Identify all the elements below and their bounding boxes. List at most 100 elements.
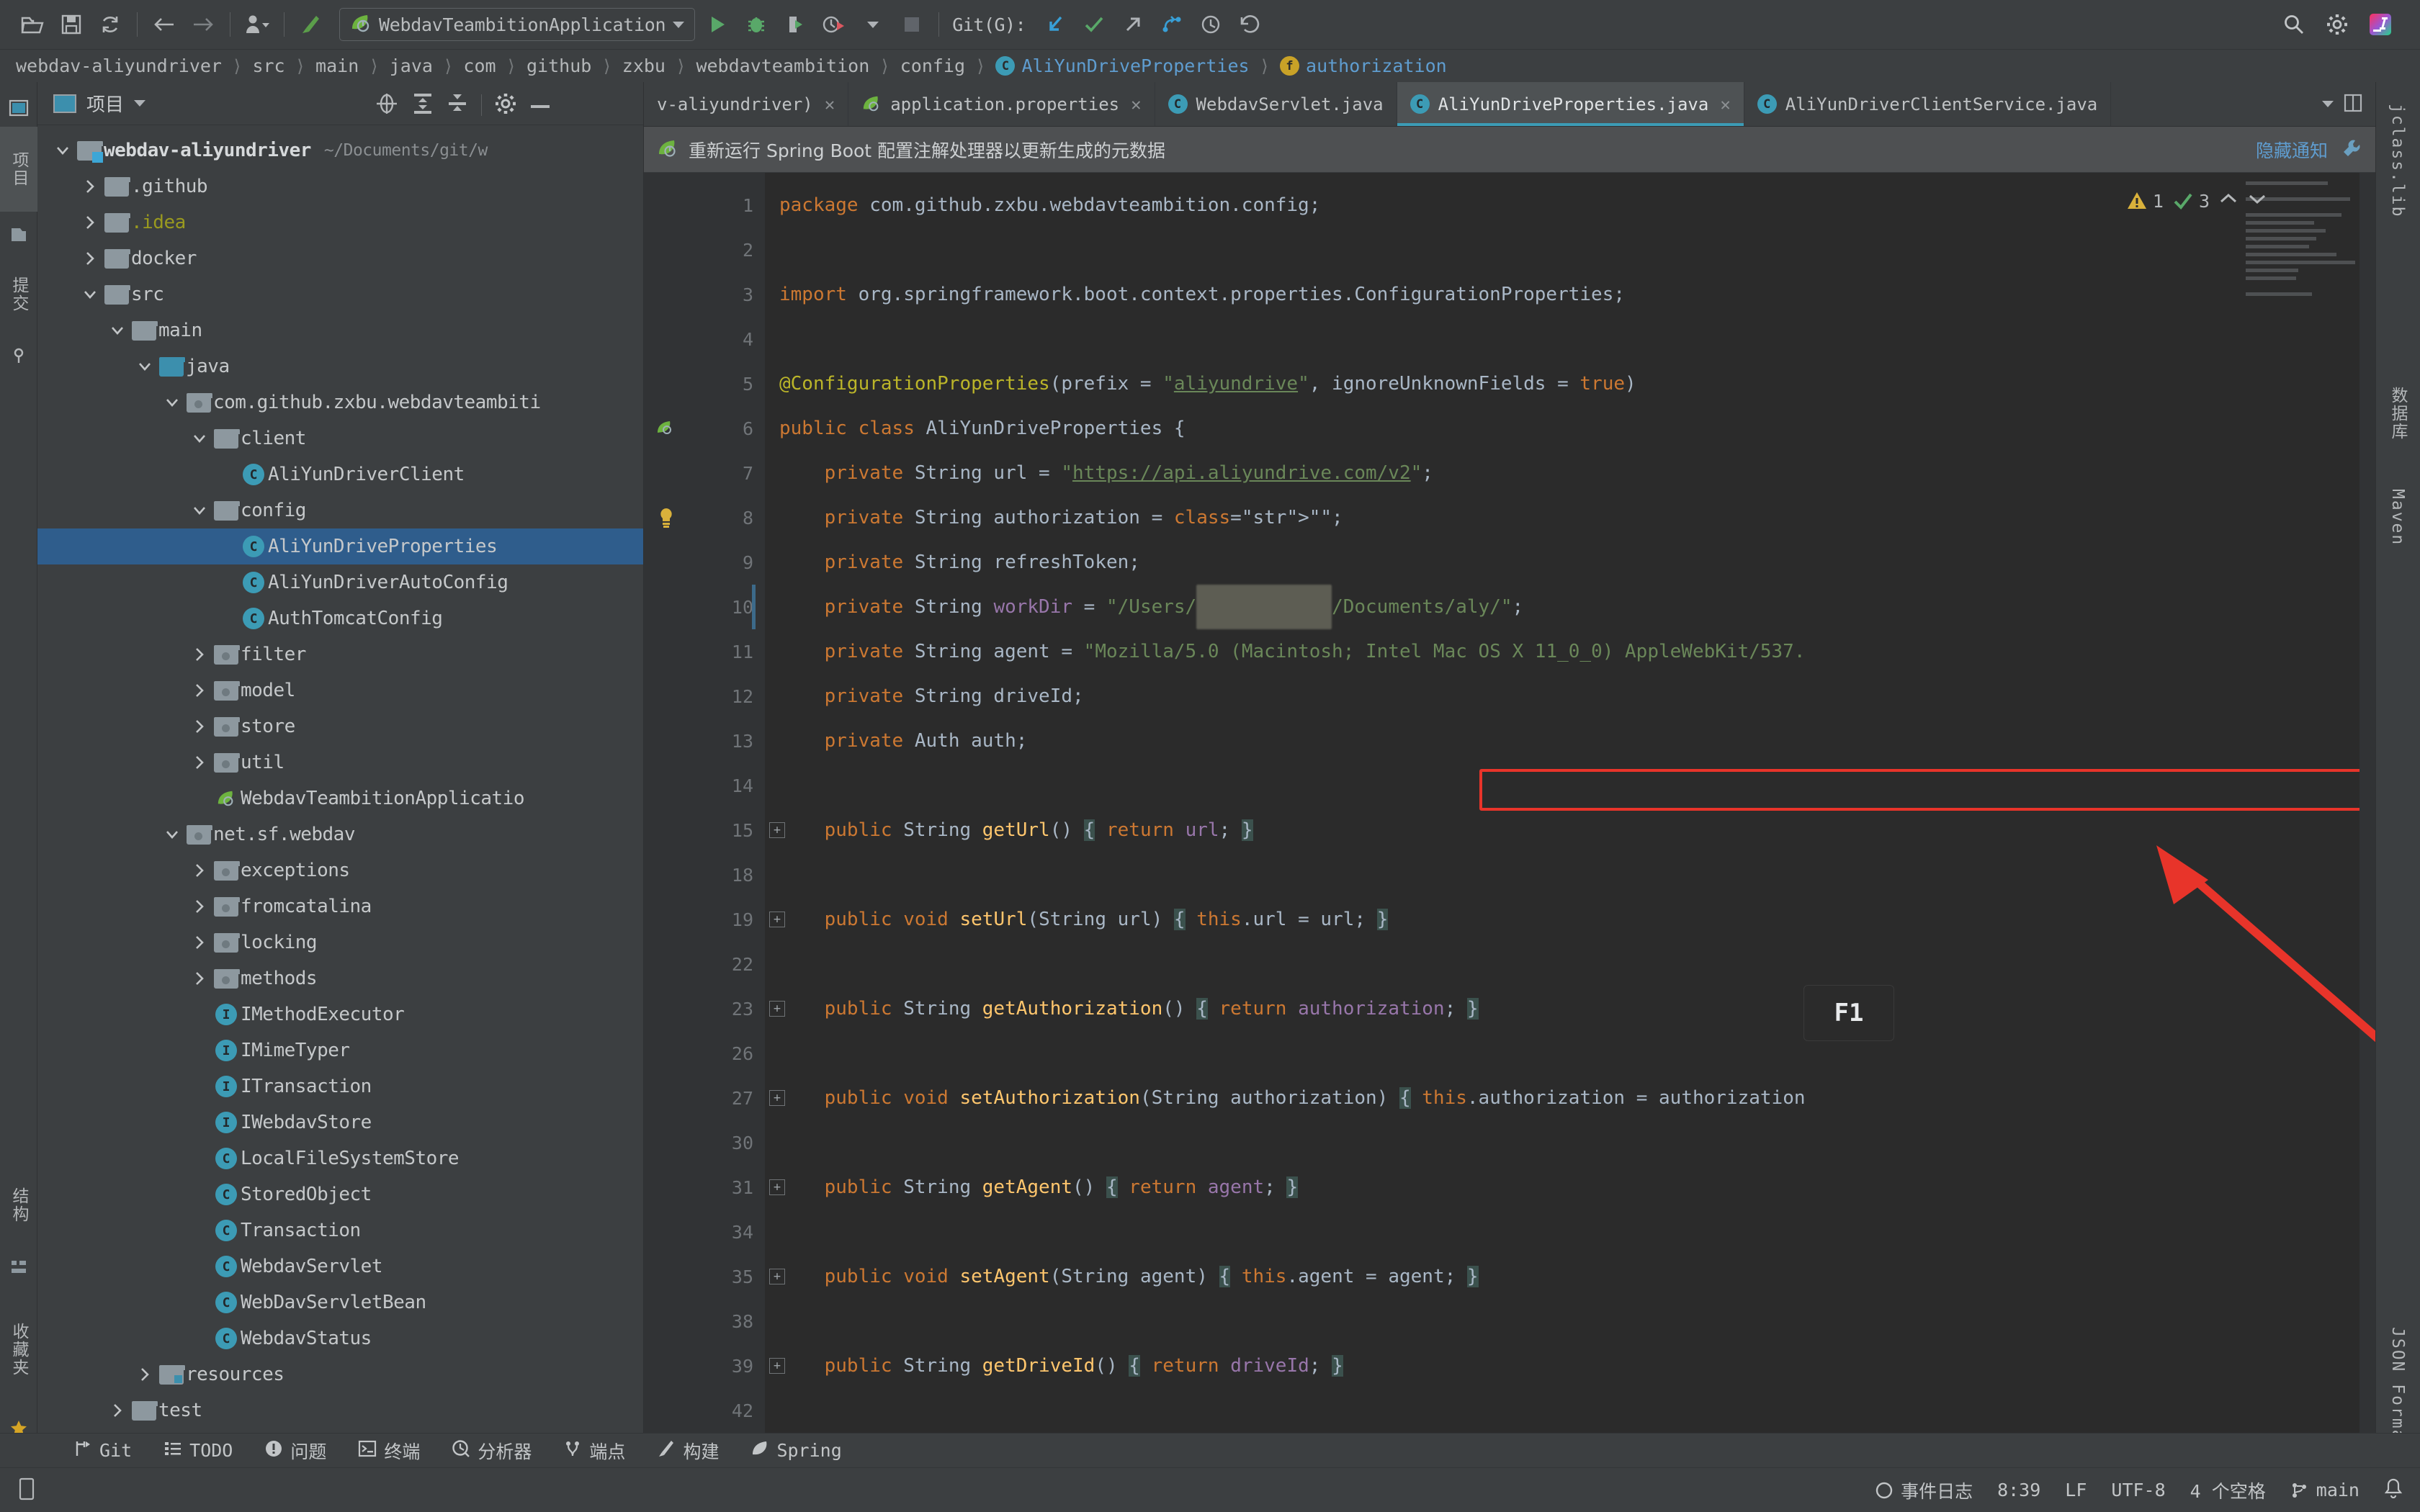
git-branches-icon[interactable] xyxy=(1152,5,1191,44)
editor-tab-application-properties[interactable]: application.properties ✕ xyxy=(848,82,1155,126)
code-line[interactable]: public String getDriveId() { return driv… xyxy=(779,1344,2375,1388)
chevron-right-icon[interactable] xyxy=(187,719,212,734)
chevron-down-icon[interactable] xyxy=(673,21,685,28)
git-commit-icon[interactable] xyxy=(1075,5,1113,44)
tree-node-aliyundriverclient[interactable]: C AliYunDriverClient xyxy=(37,456,643,492)
project-tree[interactable]: webdav-aliyundriver ~/Documents/git/w .git… xyxy=(37,125,643,1433)
line-number[interactable]: 15 + xyxy=(644,808,785,852)
sidebar-item-database[interactable]: 数据库 xyxy=(2375,370,2420,456)
tree-node-aliyundriverautoconfig[interactable]: C AliYunDriverAutoConfig xyxy=(37,564,643,600)
breadcrumb-item-2[interactable]: main xyxy=(315,55,359,76)
tree-node-transaction[interactable]: C Transaction xyxy=(37,1212,643,1248)
chevron-right-icon[interactable] xyxy=(187,755,212,770)
breadcrumb-item-1[interactable]: src xyxy=(252,55,284,76)
code-line[interactable] xyxy=(779,1210,2375,1254)
close-icon[interactable]: ✕ xyxy=(825,94,835,114)
indent-setting[interactable]: 4 个空格 xyxy=(2190,1477,2266,1503)
chevron-right-icon[interactable] xyxy=(133,1367,157,1382)
intellij-logo-icon[interactable] xyxy=(2361,5,2400,44)
sidebar-item-favorites[interactable]: 收藏夹 xyxy=(0,1292,37,1407)
line-number[interactable]: 1 xyxy=(644,183,765,228)
profile-button[interactable] xyxy=(815,5,853,44)
code-line[interactable] xyxy=(779,852,2375,897)
code-line[interactable] xyxy=(779,763,2375,808)
line-number[interactable]: 10 xyxy=(644,585,765,629)
code-line[interactable]: public void setAgent(String agent) { thi… xyxy=(779,1254,2375,1299)
chevron-right-icon[interactable] xyxy=(187,899,212,914)
sidebar-item-structure[interactable]: 结构 xyxy=(0,1162,37,1248)
next-highlight-icon[interactable] xyxy=(2247,190,2267,212)
run-with-coverage-button[interactable] xyxy=(776,5,815,44)
tree-node-model[interactable]: model xyxy=(37,672,643,708)
line-number[interactable]: 23 + xyxy=(644,986,785,1031)
code-editor[interactable]: 1 2 3 4 5 6 7 8 9 10 11 12 13 14 15 +18 19 +22 23 +26 27 +30 3… xyxy=(644,173,2375,1433)
line-number[interactable]: 27 + xyxy=(644,1076,785,1120)
chevron-down-icon[interactable] xyxy=(187,431,212,446)
run-button[interactable] xyxy=(698,5,737,44)
chevron-right-icon[interactable] xyxy=(187,647,212,662)
code-line[interactable]: public String getUrl() { return url; } xyxy=(779,808,2375,852)
line-number[interactable]: 2 xyxy=(644,228,765,272)
tree-node-fromcatalina[interactable]: fromcatalina xyxy=(37,888,643,924)
breadcrumb-item-0[interactable]: webdav-aliyundriver xyxy=(16,55,222,76)
git-push-icon[interactable] xyxy=(1113,5,1152,44)
sidebar-item-commit[interactable]: 提交 xyxy=(0,252,37,337)
chevron-right-icon[interactable] xyxy=(78,251,102,266)
code-line[interactable]: private String workDir = "/Users/xxxxxxx… xyxy=(779,585,2375,629)
code-line[interactable]: import org.springframework.boot.context.… xyxy=(779,272,2375,317)
tree-node-localfilesystemstore[interactable]: C LocalFileSystemStore xyxy=(37,1140,643,1176)
tree-node-iwebdavstore[interactable]: I IWebdavStore xyxy=(37,1104,643,1140)
code-line[interactable]: @ConfigurationProperties(prefix = "aliyu… xyxy=(779,361,2375,406)
breadcrumb-item-5[interactable]: github xyxy=(526,55,591,76)
tree-node-imethodexecutor[interactable]: I IMethodExecutor xyxy=(37,996,643,1032)
breadcrumb-class[interactable]: C AliYunDriveProperties xyxy=(995,55,1250,76)
code-line[interactable] xyxy=(779,1031,2375,1076)
chevron-right-icon[interactable] xyxy=(187,971,212,986)
code-content[interactable]: package com.github.zxbu.webdavteambition… xyxy=(765,183,2375,1433)
tree-node-webdavservlet[interactable]: C WebdavServlet xyxy=(37,1248,643,1284)
code-line[interactable]: private String agent = "Mozilla/5.0 (Mac… xyxy=(779,629,2375,674)
tree-node-config[interactable]: config xyxy=(37,492,643,528)
code-line[interactable]: public String getAgent() { return agent;… xyxy=(779,1165,2375,1210)
intention-bulb-icon[interactable] xyxy=(654,505,678,530)
tree-node-filter[interactable]: filter xyxy=(37,636,643,672)
line-number[interactable]: 13 xyxy=(644,719,765,763)
tree-node-methods[interactable]: methods xyxy=(37,960,643,996)
bottom-tool-端点[interactable]: 端点 xyxy=(547,1434,641,1468)
file-encoding[interactable]: UTF-8 xyxy=(2111,1480,2165,1500)
profiler-user-icon[interactable] xyxy=(238,5,277,44)
line-number[interactable]: 35 + xyxy=(644,1254,785,1299)
code-line[interactable]: private String driveId; xyxy=(779,674,2375,719)
settings-gear-icon[interactable] xyxy=(495,93,516,117)
notifications-bell-icon[interactable] xyxy=(2384,1478,2403,1503)
line-number[interactable]: 4 xyxy=(644,317,765,361)
breadcrumb-field[interactable]: f authorization xyxy=(1280,55,1447,76)
bottom-tool-分析器[interactable]: 分析器 xyxy=(436,1434,547,1468)
build-hammer-icon[interactable] xyxy=(292,5,331,44)
code-line[interactable]: private Auth auth; xyxy=(779,719,2375,763)
chevron-down-icon[interactable] xyxy=(160,827,184,842)
line-number[interactable]: 19 + xyxy=(644,897,785,942)
bottom-tool-终端[interactable]: 终端 xyxy=(342,1434,436,1468)
search-icon[interactable] xyxy=(2275,5,2313,44)
code-line[interactable]: public void setUrl(String url) { this.ur… xyxy=(779,897,2375,942)
editor-tabs-overflow[interactable] xyxy=(2309,82,2375,126)
tree-node-com-github-zxbu-webdavteambiti[interactable]: com.github.zxbu.webdavteambiti xyxy=(37,384,643,420)
line-number[interactable]: 31 + xyxy=(644,1165,785,1210)
hide-panel-icon[interactable] xyxy=(529,99,551,112)
breadcrumb-item-7[interactable]: webdavteambition xyxy=(696,55,869,76)
chevron-right-icon[interactable] xyxy=(105,1403,130,1418)
close-icon[interactable]: ✕ xyxy=(1720,94,1730,114)
line-number[interactable]: 5 xyxy=(644,361,765,406)
code-line[interactable] xyxy=(779,228,2375,272)
tree-node-storedobject[interactable]: C StoredObject xyxy=(37,1176,643,1212)
line-number[interactable]: 26 xyxy=(644,1031,765,1076)
line-separator[interactable]: LF xyxy=(2065,1480,2087,1500)
collapse-all-icon[interactable] xyxy=(447,92,468,118)
line-number[interactable]: 11 xyxy=(644,629,765,674)
tree-node-locking[interactable]: locking xyxy=(37,924,643,960)
bottom-tool-spring[interactable]: Spring xyxy=(735,1434,857,1468)
code-line[interactable] xyxy=(779,1120,2375,1165)
editor-tab-aliyundriveproperties-java[interactable]: C AliYunDriveProperties.java ✕ xyxy=(1397,82,1744,126)
close-icon[interactable]: ✕ xyxy=(1131,94,1141,114)
